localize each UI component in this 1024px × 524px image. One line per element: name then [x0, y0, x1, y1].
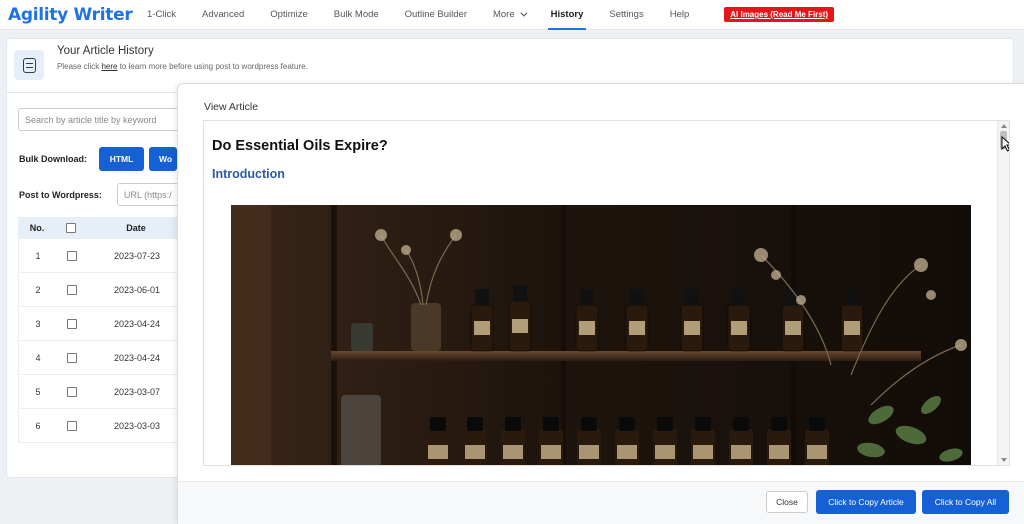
close-button[interactable]: Close — [766, 491, 808, 513]
row-no: 1 — [35, 250, 41, 261]
row-no: 4 — [35, 352, 41, 363]
nav-bulk-mode[interactable]: Bulk Mode — [325, 0, 388, 30]
nav-settings[interactable]: Settings — [600, 0, 652, 30]
row-date: 2023-04-24 — [113, 352, 161, 363]
article-section-heading: Introduction — [212, 167, 285, 181]
article-scrollbar[interactable] — [997, 121, 1009, 465]
table-row: 6 2023-03-03 — [18, 409, 193, 443]
document-icon — [14, 50, 44, 80]
nav-help[interactable]: Help — [661, 0, 699, 30]
row-date: 2023-03-07 — [113, 386, 161, 397]
row-no: 2 — [35, 284, 41, 295]
row-checkbox[interactable] — [67, 284, 77, 295]
header-no: No. — [29, 223, 45, 233]
scroll-down-arrow[interactable] — [1001, 458, 1007, 462]
modal-title: View Article — [204, 101, 259, 113]
nav-1-click[interactable]: 1-Click — [138, 0, 185, 30]
nav-more[interactable]: More — [484, 0, 534, 30]
header-date: Date — [126, 223, 146, 233]
html-download-button[interactable]: HTML — [99, 147, 144, 171]
row-no: 6 — [35, 420, 41, 431]
nav-more-label: More — [492, 9, 515, 20]
row-date: 2023-07-23 — [113, 250, 161, 261]
nav-history[interactable]: History — [542, 0, 593, 30]
essential-oils-image — [231, 205, 971, 465]
row-no: 5 — [35, 386, 41, 397]
article-frame[interactable]: Do Essential Oils Expire? Introduction — [203, 120, 1010, 466]
select-all-checkbox[interactable] — [66, 223, 76, 233]
row-checkbox[interactable] — [67, 386, 77, 397]
nav-outline-builder[interactable]: Outline Builder — [396, 0, 476, 30]
scroll-up-arrow[interactable] — [1001, 124, 1007, 128]
learn-more-link[interactable]: here — [101, 62, 117, 71]
history-subtitle: Please click here to learn more before u… — [57, 62, 308, 71]
history-title: Your Article History — [57, 45, 154, 57]
cursor-icon — [1001, 136, 1009, 152]
row-date: 2023-03-03 — [113, 420, 161, 431]
table-row: 4 2023-04-24 — [18, 341, 193, 375]
top-nav: Agility Writer 1-Click Advanced Optimize… — [0, 0, 1024, 30]
nav-advanced[interactable]: Advanced — [193, 0, 253, 30]
row-no: 3 — [35, 318, 41, 329]
bulk-download-label: Bulk Download: — [19, 154, 87, 164]
subtitle-text: Please click — [57, 62, 102, 71]
row-checkbox[interactable] — [67, 420, 77, 431]
history-table: No. Date 1 2023-07-23 2 2023-06-01 3 202… — [18, 217, 193, 443]
chevron-down-icon — [520, 9, 528, 17]
copy-all-button[interactable]: Click to Copy All — [922, 490, 1009, 514]
row-date: 2023-04-24 — [113, 318, 161, 329]
copy-article-button[interactable]: Click to Copy Article — [816, 490, 916, 514]
subtitle-text-end: to learn more before using post to wordp… — [117, 62, 308, 71]
table-header: No. Date — [18, 217, 193, 239]
table-row: 5 2023-03-07 — [18, 375, 193, 409]
brand-logo[interactable]: Agility Writer — [8, 5, 138, 25]
nav-optimize[interactable]: Optimize — [261, 0, 316, 30]
row-checkbox[interactable] — [67, 318, 77, 329]
row-date: 2023-06-01 — [113, 284, 161, 295]
table-row: 2 2023-06-01 — [18, 273, 193, 307]
table-row: 1 2023-07-23 — [18, 239, 193, 273]
table-row: 3 2023-04-24 — [18, 307, 193, 341]
row-checkbox[interactable] — [67, 250, 77, 261]
header-select-all[interactable] — [56, 223, 86, 233]
post-to-wordpress-label: Post to Wordpress: — [19, 190, 102, 200]
row-checkbox[interactable] — [67, 352, 77, 363]
article-title: Do Essential Oils Expire? — [212, 138, 388, 154]
view-article-modal: View Article Do Essential Oils Expire? I… — [177, 83, 1024, 524]
word-download-button[interactable]: Wo — [149, 147, 177, 171]
search-input[interactable]: Search by article title by keyword — [18, 108, 193, 131]
ai-images-button[interactable]: AI Images (Read Me First) — [724, 7, 835, 22]
modal-footer: Close Click to Copy Article Click to Cop… — [178, 481, 1024, 524]
